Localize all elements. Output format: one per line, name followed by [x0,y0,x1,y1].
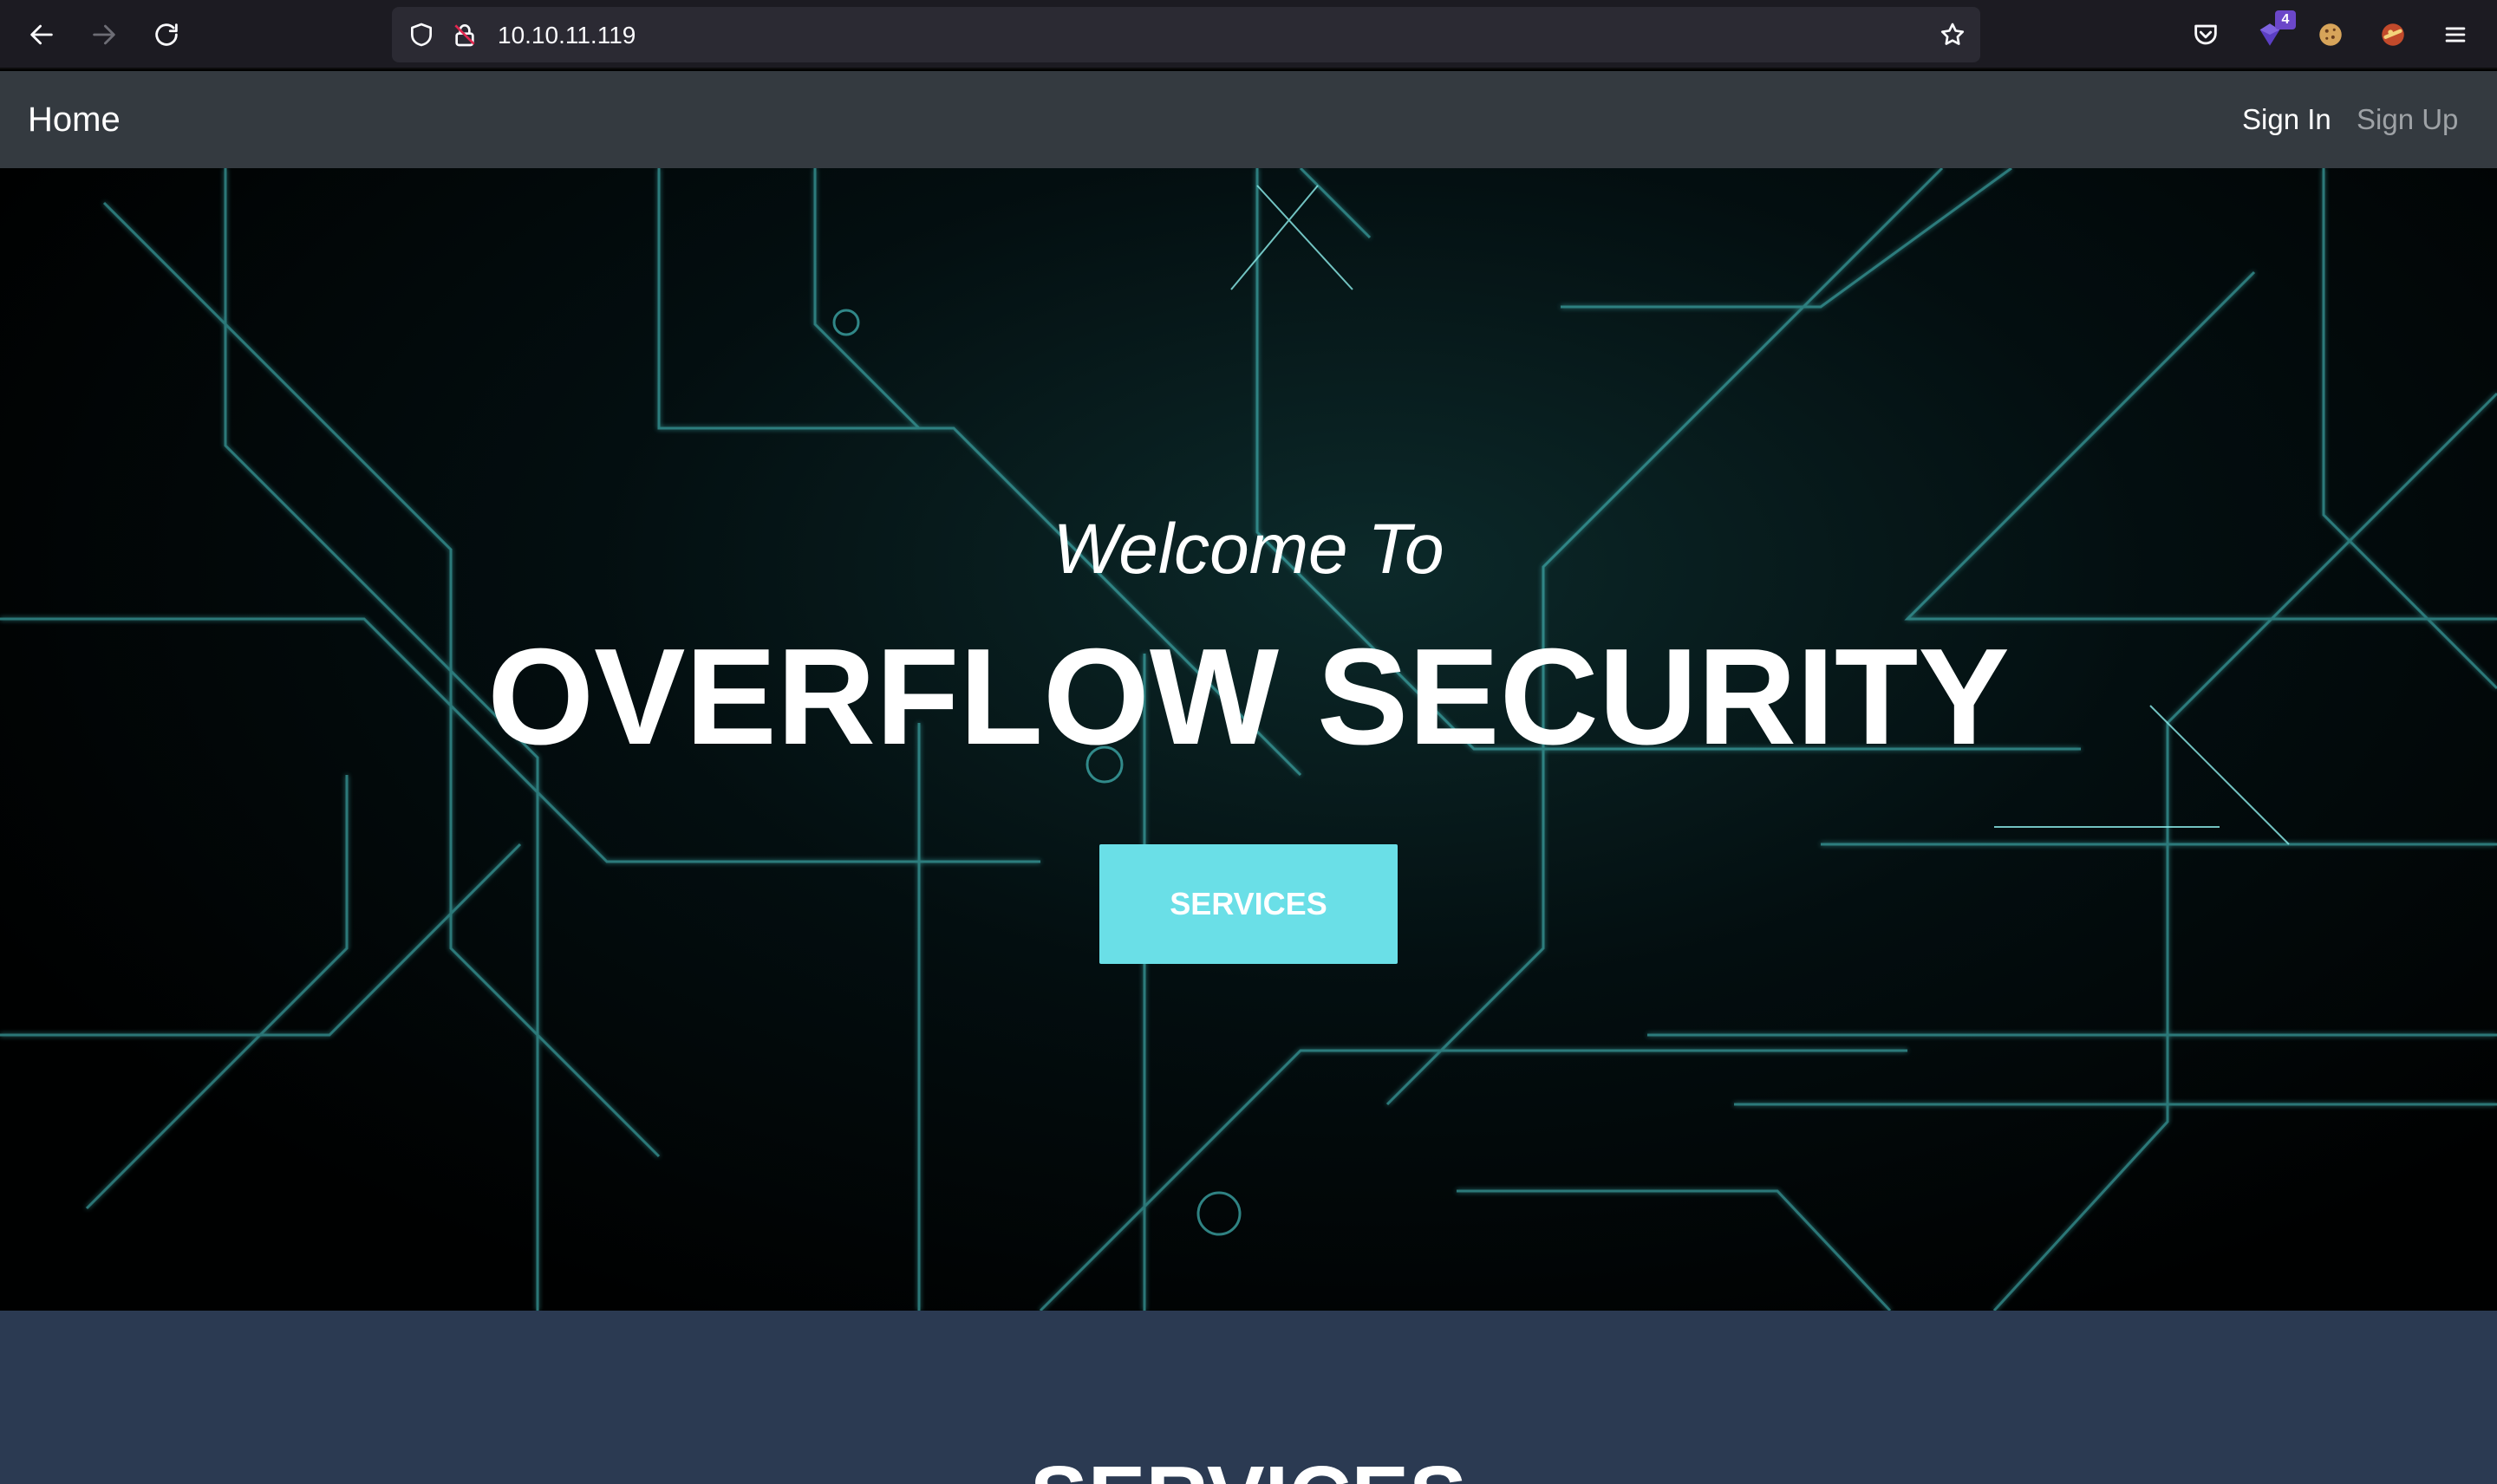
services-button[interactable]: SERVICES [1099,844,1398,964]
arrow-right-icon [93,24,115,45]
hero-title: OVERFLOW SECURITY [487,621,2010,773]
shield-icon[interactable] [406,19,437,50]
reload-button[interactable] [146,14,187,55]
reload-icon [155,23,178,46]
addon-icon[interactable] [2376,17,2410,52]
url-text[interactable]: 10.10.11.119 [498,22,636,49]
arrow-left-icon [30,24,53,45]
browser-toolbar: 10.10.11.119 4 [0,0,2497,69]
star-icon[interactable] [1937,19,1968,50]
hamburger-menu-icon[interactable] [2438,17,2473,52]
extension-badge: 4 [2275,10,2296,29]
hero-section: Welcome To OVERFLOW SECURITY SERVICES [0,168,2497,1311]
cookie-icon[interactable] [2313,17,2348,52]
sign-in-link[interactable]: Sign In [2242,102,2331,137]
address-bar[interactable]: 10.10.11.119 [392,7,1980,62]
sign-up-link[interactable]: Sign Up [2357,102,2458,137]
pocket-icon[interactable] [2188,17,2223,52]
services-section: SERVICES [0,1311,2497,1484]
lock-icon[interactable] [449,19,480,50]
hero-welcome-text: Welcome To [1053,510,1444,589]
site-navbar: Home Sign In Sign Up [0,71,2497,168]
home-link[interactable]: Home [28,99,121,140]
back-button[interactable] [21,14,62,55]
forward-button[interactable] [83,14,125,55]
extension-icon[interactable]: 4 [2253,10,2296,52]
services-heading: SERVICES [0,1449,2497,1484]
